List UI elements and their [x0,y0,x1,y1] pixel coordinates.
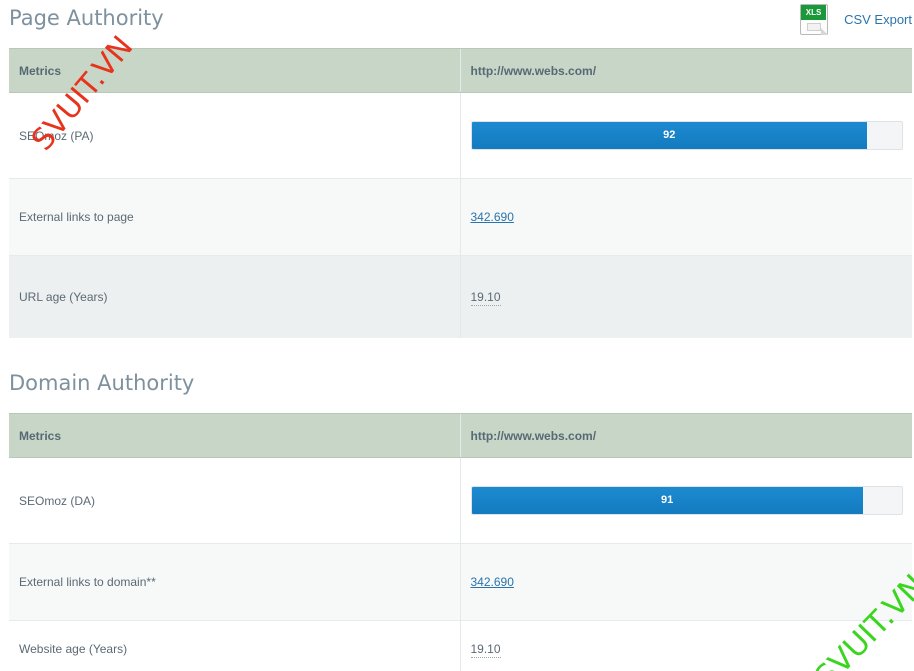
page-authority-table: Metrics http://www.webs.com/ SEOmoz (PA)… [9,48,912,338]
table-row: External links to domain** 342.690 [9,543,912,621]
xls-badge: XLS [801,4,827,20]
external-links-cell: 342.690 [459,178,912,256]
domain-authority-title: Domain Authority [9,371,195,395]
url-age-value: 19.10 [470,289,501,306]
pa-score-bar: 92 [470,121,903,150]
table-row: Website age (Years) 19.10 [9,620,912,671]
url-age-cell: 19.10 [459,255,912,338]
website-age-value: 19.10 [470,641,501,658]
url-column-header: http://www.webs.com/ [459,413,912,458]
da-score-fill: 91 [471,487,863,514]
xls-page-fold [821,27,829,35]
table-header-row: Metrics http://www.webs.com/ [9,48,912,93]
metric-label: External links to domain** [9,543,460,621]
table-row: SEOmoz (PA) 92 [9,92,912,179]
da-score-cell: 91 [459,457,912,544]
table-header-row: Metrics http://www.webs.com/ [9,413,912,458]
csv-export-link[interactable]: CSV Export [844,12,912,27]
da-score-bar: 91 [470,486,903,515]
table-row: External links to page 342.690 [9,178,912,256]
page-authority-title: Page Authority [9,6,164,30]
domain-authority-table: Metrics http://www.webs.com/ SEOmoz (DA)… [9,413,912,671]
pa-score-cell: 92 [459,92,912,179]
xls-file-icon[interactable]: XLS [800,3,829,35]
external-links-cell: 342.690 [459,543,912,621]
csv-export-button[interactable]: XLS CSV Export [800,3,912,35]
pa-score-fill: 92 [471,122,868,149]
metric-label: SEOmoz (DA) [9,457,460,544]
metric-label: External links to page [9,178,460,256]
metric-label: URL age (Years) [9,255,460,338]
table-row: URL age (Years) 19.10 [9,255,912,338]
external-links-domain-link[interactable]: 342.690 [471,575,514,589]
xls-cell-graphic [807,22,822,31]
url-column-header: http://www.webs.com/ [459,48,912,93]
metric-label: Website age (Years) [9,620,460,671]
external-links-page-link[interactable]: 342.690 [471,210,514,224]
metrics-column-header: Metrics [9,413,460,458]
table-row: SEOmoz (DA) 91 [9,457,912,544]
